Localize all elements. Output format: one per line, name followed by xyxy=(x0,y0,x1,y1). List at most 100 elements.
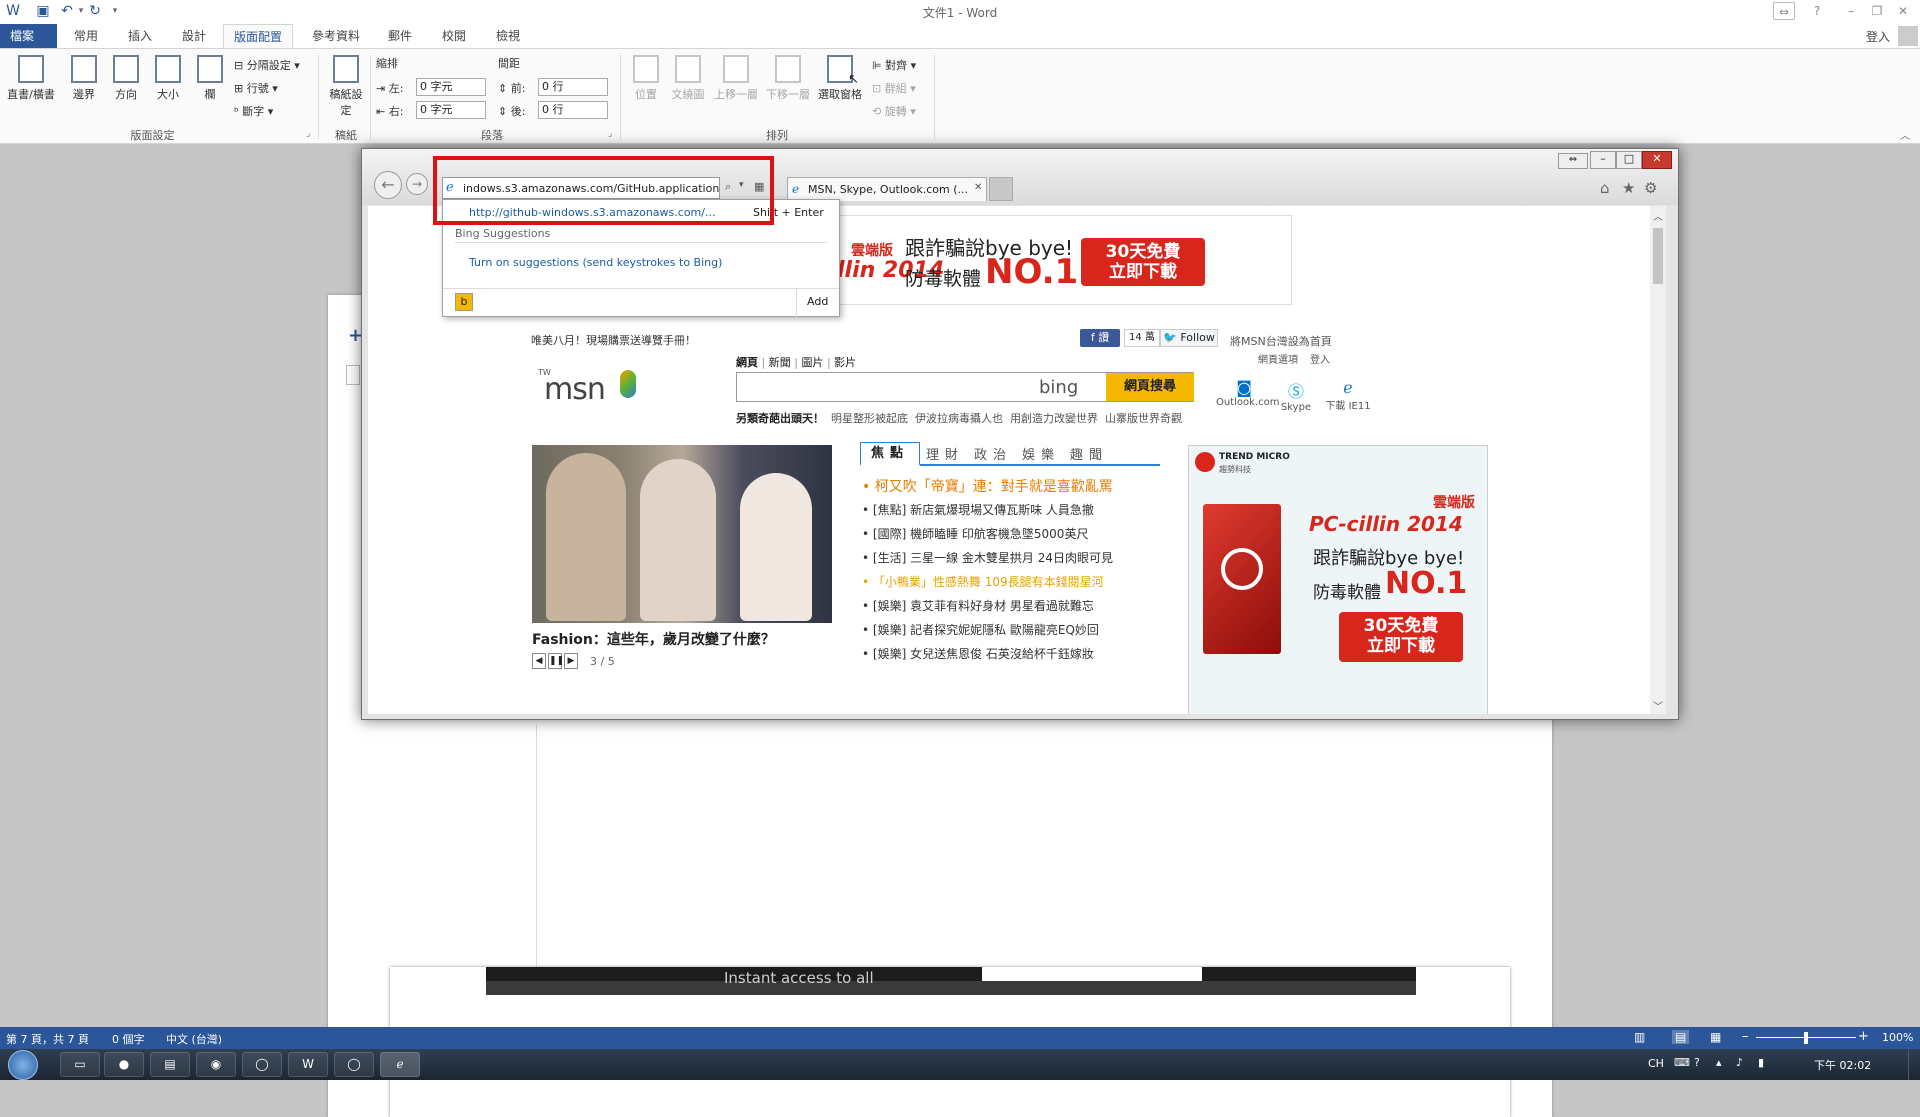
search-tab-videos[interactable]: 影片 xyxy=(834,356,856,369)
add-provider-button[interactable]: Add xyxy=(807,295,828,308)
browser-tab[interactable]: ℯ MSN, Skype, Outlook.com (... ✕ xyxy=(787,177,987,201)
zoom-in-icon[interactable]: + xyxy=(1858,1029,1869,1044)
chrome-taskbar-icon[interactable]: ◉ xyxy=(196,1052,236,1077)
text-direction-button[interactable]: 直書/橫書 xyxy=(6,55,56,102)
hyphenation-button[interactable]: ᵇ 斷字 ▾ xyxy=(234,103,273,119)
trending-link[interactable]: 伊波拉病毒攝人也 xyxy=(915,412,1003,425)
start-button-icon[interactable] xyxy=(8,1050,38,1080)
service-skype[interactable]: Ⓢ Skype xyxy=(1272,378,1320,413)
print-layout-icon[interactable]: ▤ xyxy=(1672,1030,1690,1044)
msn-logo[interactable]: msn xyxy=(544,372,606,407)
tab-review[interactable]: 校閱 xyxy=(432,24,476,48)
spacing-after-input[interactable]: 0 行 xyxy=(538,101,608,119)
indent-right-input[interactable]: 0 字元 xyxy=(416,101,486,119)
collapse-ribbon-icon[interactable]: ︿ xyxy=(1900,127,1910,142)
position-button[interactable]: 位置 xyxy=(626,55,666,102)
browser-minimize-icon[interactable]: – xyxy=(1590,151,1616,169)
embedded-screenshot-image[interactable]: Instant access to all xyxy=(486,967,1416,995)
back-icon[interactable]: ← xyxy=(374,171,402,199)
network-icon[interactable]: ▮ xyxy=(1758,1056,1764,1069)
close-tab-icon[interactable]: ✕ xyxy=(974,182,982,193)
trending-link[interactable]: 用創造力改變世界 xyxy=(1010,412,1098,425)
zoom-level[interactable]: 100% xyxy=(1882,1031,1913,1044)
show-desktop-button[interactable] xyxy=(1908,1049,1920,1080)
news-item[interactable]: • [娛樂] 記者探究妮妮隱私 歐陽龍亮EQ妙回 xyxy=(862,621,1162,638)
feature-caption[interactable]: Fashion：這些年，歲月改變了什麼？ xyxy=(532,629,775,649)
feature-image[interactable] xyxy=(532,445,832,623)
bing-provider-icon[interactable]: b xyxy=(455,293,473,311)
prev-icon[interactable]: ◀ xyxy=(532,653,546,669)
promo-text[interactable]: 唯美八月！現場購票送導覽手冊！ xyxy=(531,332,696,348)
help-icon[interactable]: ? xyxy=(1806,2,1828,20)
page-count[interactable]: 第 7 頁，共 7 頁 xyxy=(6,1031,89,1047)
close-icon[interactable]: ✕ xyxy=(1892,2,1914,20)
scroll-down-icon[interactable]: ﹀ xyxy=(1653,698,1663,713)
rotate-button[interactable]: ⟲ 旋轉 ▾ xyxy=(872,103,916,119)
favorites-icon[interactable]: ★ xyxy=(1622,179,1635,197)
wrap-text-button[interactable]: 文繞圖 xyxy=(668,55,708,102)
minimize-icon[interactable]: – xyxy=(1840,2,1862,20)
app-taskbar-icon[interactable]: ▤ xyxy=(150,1052,190,1077)
news-item[interactable]: • [娛樂] 袁艾菲有料好身材 男星看過就難忘 xyxy=(862,597,1162,614)
new-tab-button[interactable] xyxy=(989,177,1013,201)
scroll-up-icon[interactable]: ︿ xyxy=(1653,208,1663,223)
line-numbers-button[interactable]: ⊞ 行號 ▾ xyxy=(234,80,278,96)
search-tab-news[interactable]: 新聞 xyxy=(769,356,791,369)
service-outlook[interactable]: ◙ Outlook.com xyxy=(1216,378,1279,408)
vertical-scrollbar[interactable]: ︿ ﹀ xyxy=(1650,206,1666,714)
sign-in-link[interactable]: 登入 xyxy=(1866,28,1890,45)
scrollbar-thumb[interactable] xyxy=(1653,228,1663,284)
indent-left-input[interactable]: 0 字元 xyxy=(416,78,486,96)
bring-forward-button[interactable]: 上移一層 xyxy=(712,55,760,102)
login-link[interactable]: 登入 xyxy=(1310,351,1330,366)
news-item[interactable]: • [娛樂] 女兒送焦恩俊 石英沒給杯千鈺嫁妝 xyxy=(862,645,1162,662)
zoom-slider-thumb[interactable] xyxy=(1804,1032,1808,1044)
columns-button[interactable]: 欄 xyxy=(190,55,230,102)
pause-icon[interactable]: ❚❚ xyxy=(548,653,564,669)
ad-promo-button[interactable]: 30天免費 立即下載 xyxy=(1081,238,1205,286)
word-taskbar-icon[interactable]: W xyxy=(288,1052,328,1077)
clock[interactable]: 下午 02:02 xyxy=(1814,1057,1871,1073)
show-hidden-icons-icon[interactable]: ▴ xyxy=(1716,1056,1722,1069)
breaks-button[interactable]: ⊟ 分隔設定 ▾ xyxy=(234,57,300,73)
browser-resize-icon[interactable]: ⇔ xyxy=(1558,153,1588,169)
page-options-link[interactable]: 網頁選項 xyxy=(1258,351,1298,366)
align-button[interactable]: ⊫ 對齊 ▾ xyxy=(872,57,916,73)
restore-icon[interactable]: ❐ xyxy=(1866,2,1888,20)
news-item[interactable]: • [國際] 機師瞌睡 印航客機急墜5000英尺 xyxy=(862,525,1162,542)
word-count[interactable]: 0 個字 xyxy=(112,1031,145,1047)
explorer-taskbar-icon[interactable]: ▭ xyxy=(60,1052,100,1077)
tab-view[interactable]: 檢視 xyxy=(486,24,530,48)
web-layout-icon[interactable]: ▦ xyxy=(1710,1030,1721,1044)
news-item[interactable]: • 「小鴨業」性感熱舞 109長腿有本錢閱星河 xyxy=(862,573,1162,590)
news-tab-politics[interactable]: 政治 xyxy=(970,444,1016,463)
avatar[interactable] xyxy=(1898,26,1918,46)
size-button[interactable]: 大小 xyxy=(148,55,188,102)
keyboard-icon[interactable]: ⌨ xyxy=(1674,1056,1690,1069)
settings-icon[interactable]: ⚙ xyxy=(1644,179,1657,197)
help-tray-icon[interactable]: ? xyxy=(1694,1056,1700,1069)
news-tab-finance[interactable]: 理財 xyxy=(922,444,968,463)
next-icon[interactable]: ▶ xyxy=(564,653,578,669)
paragraph-dialog-launcher-icon[interactable]: ⌟ xyxy=(608,129,612,139)
news-tab-fun[interactable]: 趣聞 xyxy=(1066,444,1112,463)
app-taskbar-icon[interactable]: ◯ xyxy=(334,1052,374,1077)
news-tab-entertainment[interactable]: 娛樂 xyxy=(1018,444,1064,463)
tab-references[interactable]: 參考資料 xyxy=(302,24,370,48)
trending-link[interactable]: 明星整形被起底 xyxy=(831,412,908,425)
service-ie[interactable]: ℯ 下載 IE11 xyxy=(1320,378,1376,412)
manuscript-settings-button[interactable]: 稿紙設定 xyxy=(326,55,366,118)
tab-file[interactable]: 檔案 xyxy=(0,24,57,48)
ribbon-display-options-icon[interactable]: ⇔ xyxy=(1773,2,1795,20)
forward-icon[interactable]: → xyxy=(406,173,428,195)
set-home-link[interactable]: 將MSN台灣設為首頁 xyxy=(1230,333,1332,349)
home-icon[interactable]: ⌂ xyxy=(1600,179,1610,197)
margins-button[interactable]: 邊界 xyxy=(64,55,104,102)
trending-link[interactable]: 山寨版世界奇觀 xyxy=(1105,412,1182,425)
browser-close-icon[interactable]: ✕ xyxy=(1642,151,1672,169)
orientation-button[interactable]: 方向 xyxy=(106,55,146,102)
tab-insert[interactable]: 插入 xyxy=(118,24,162,48)
read-mode-icon[interactable]: ▥ xyxy=(1634,1030,1645,1044)
search-tab-images[interactable]: 圖片 xyxy=(801,356,823,369)
news-item[interactable]: • [生活] 三星一線 金木雙星拱月 24日肉眼可見 xyxy=(862,549,1162,566)
